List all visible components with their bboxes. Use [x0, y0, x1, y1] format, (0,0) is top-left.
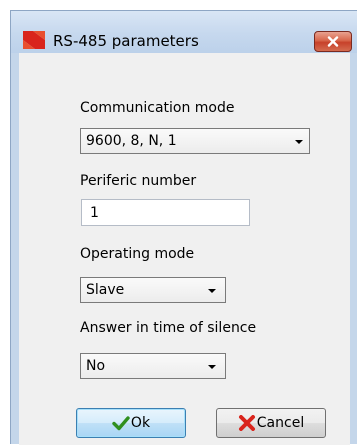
operating-mode-value: Slave: [86, 282, 125, 298]
rs485-parameters-dialog: RS-485 parameters Communication mode 960…: [10, 10, 357, 445]
close-icon: [327, 36, 339, 47]
periferic-number-value: 1: [90, 205, 99, 221]
communication-mode-label: Communication mode: [80, 100, 235, 116]
periferic-number-label: Periferic number: [80, 173, 197, 189]
communication-mode-value: 9600, 8, N, 1: [86, 133, 177, 149]
checkmark-icon: [112, 416, 130, 431]
close-button[interactable]: [314, 31, 352, 52]
answer-silence-select[interactable]: No: [80, 353, 226, 379]
cancel-button[interactable]: Cancel: [216, 408, 326, 438]
ok-button[interactable]: Ok: [76, 408, 186, 438]
answer-silence-label: Answer in time of silence: [80, 320, 257, 336]
communication-mode-select[interactable]: 9600, 8, N, 1: [80, 128, 310, 154]
periferic-number-input[interactable]: 1: [81, 199, 250, 226]
operating-mode-select[interactable]: Slave: [80, 277, 226, 303]
title-bar[interactable]: RS-485 parameters: [11, 11, 357, 53]
cross-icon: [238, 415, 255, 431]
ok-button-label: Ok: [130, 415, 151, 431]
rs485-logo-icon: [23, 31, 45, 49]
chevron-down-icon: [295, 140, 303, 144]
operating-mode-label: Operating mode: [80, 246, 195, 262]
answer-silence-value: No: [86, 358, 106, 374]
dialog-title: RS-485 parameters: [53, 32, 199, 50]
chevron-down-icon: [208, 289, 216, 293]
dialog-body: Communication mode 9600, 8, N, 1 Perifer…: [19, 53, 350, 445]
cancel-button-label: Cancel: [256, 415, 305, 431]
chevron-down-icon: [208, 365, 216, 369]
